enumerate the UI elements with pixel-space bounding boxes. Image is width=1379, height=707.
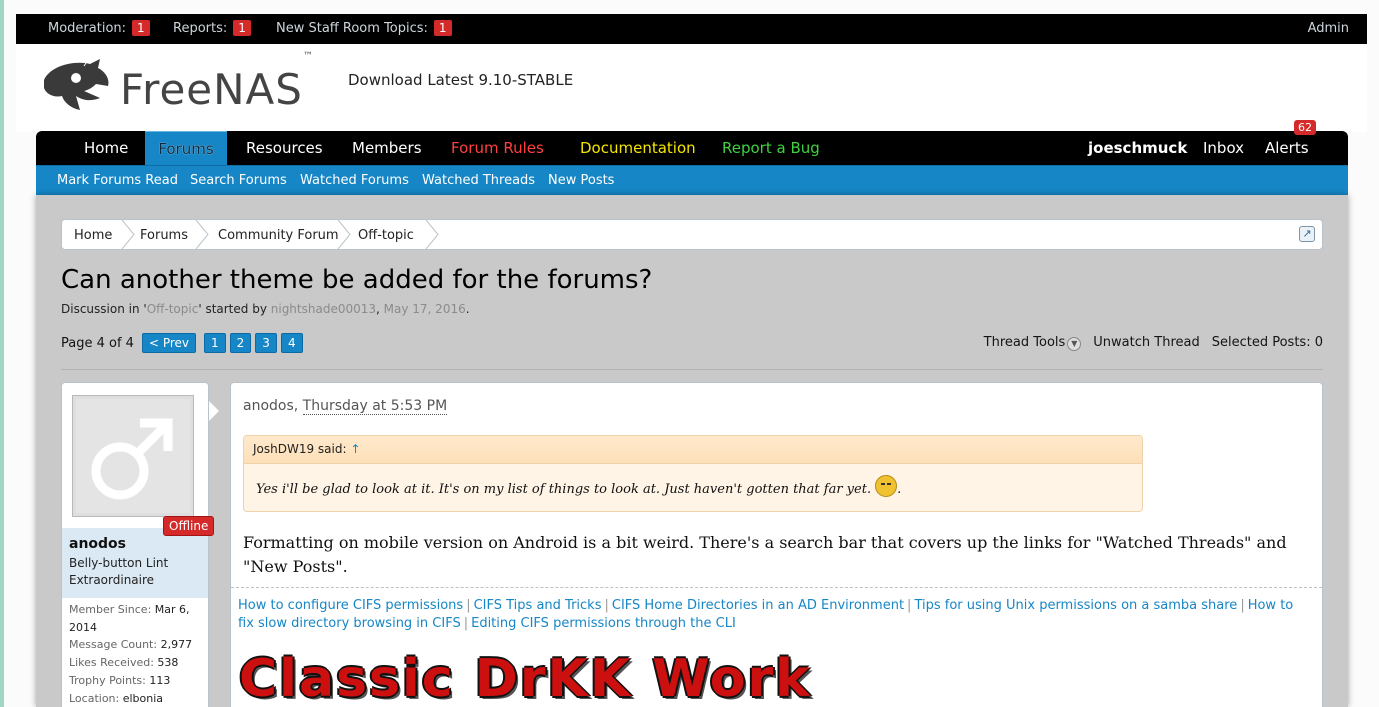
moderation-count-badge: 1 [132,20,150,36]
breadcrumb-separator-icon [337,220,351,249]
stat-location: Location: elbonia [69,691,164,705]
tab-report-bug[interactable]: Report a Bug [722,131,820,165]
watched-forums-link[interactable]: Watched Forums [300,173,409,188]
inbox-link[interactable]: Inbox [1203,131,1244,165]
tab-forums[interactable]: Forums [145,131,227,165]
avatar[interactable] [72,395,194,517]
freenas-logo[interactable]: FreeNAS™ [40,50,314,120]
page-4-button[interactable]: 4 [280,333,303,353]
tab-documentation[interactable]: Documentation [580,131,696,165]
page-label: Page 4 of 4 [61,335,134,351]
user-menu[interactable]: joeschmuck [1088,131,1187,165]
breadcrumb-home[interactable]: Home [74,228,112,243]
thread-date: May 17, 2016 [383,302,466,316]
breadcrumb-separator-icon [425,220,439,249]
breadcrumb-separator-icon [195,220,209,249]
post-author-link[interactable]: anodos [243,398,294,414]
staff-room-link[interactable]: New Staff Room Topics: 1 [276,20,452,36]
quote-block: JoshDW19 said: ↑ Yes i'll be glad to look… [243,435,1143,512]
message-arrow [209,401,219,421]
forum-link[interactable]: Off-topic [147,302,199,316]
moderator-bar: Moderation: 1 Reports: 1 New Staff Room … [16,14,1367,44]
shark-logo-icon [44,59,109,110]
breadcrumb-off-topic[interactable]: Off-topic [358,228,414,243]
reports-link[interactable]: Reports: 1 [173,20,251,36]
quote-attribution: JoshDW19 said: ↑ [244,436,1142,464]
stat-likes-received: Likes Received: 538 [69,656,179,670]
breadcrumb-community-forum[interactable]: Community Forum [218,228,339,243]
sig-link[interactable]: Tips for using Unix permissions on a sam… [914,598,1237,613]
thread-tools-bar: Thread Tools ▼ Unwatch Thread Selected Po… [984,335,1323,351]
window-edge [0,0,4,707]
moderation-label: Moderation: [48,20,127,36]
alerts-link[interactable]: Alerts [1265,131,1309,165]
thread-tools-menu[interactable]: Thread Tools ▼ [984,335,1082,351]
breadcrumb-separator-icon [121,220,135,249]
jump-menu-icon[interactable]: ↗ [1299,226,1315,242]
user-stats: Member Since: Mar 6, 2014 Message Count:… [69,601,207,707]
message-post: anodos, Thursday at 5:53 PM JoshDW19 sai… [230,382,1323,707]
sig-link[interactable]: CIFS Tips and Tricks [474,598,602,613]
smiley-icon [875,475,898,497]
site-header: FreeNAS™ Download Latest 9.10-STABLE [16,44,1367,132]
divider [61,369,1323,370]
tab-members[interactable]: Members [352,131,422,165]
stat-trophy-points: Trophy Points: 113 [69,673,171,687]
user-title: Belly-button Lint Extraordinaire [69,556,169,587]
sig-link[interactable]: How to configure CIFS permissions [238,598,463,613]
reports-count-badge: 1 [233,20,251,36]
sub-navigation: Mark Forums Read Search Forums Watched F… [36,165,1348,195]
dropdown-arrow-icon: ▼ [1067,337,1082,351]
tab-resources[interactable]: Resources [246,131,323,165]
quote-jump-icon[interactable]: ↑ [351,442,361,456]
watched-threads-link[interactable]: Watched Threads [422,173,535,188]
male-symbol-icon [91,418,173,500]
staff-room-count-badge: 1 [433,20,452,36]
page-2-button[interactable]: 2 [229,333,252,353]
signature-banner: Classic DrKK Work [239,649,812,707]
stat-member-since: Member Since: Mar 6, 2014 [69,603,190,634]
quote-text: Yes i'll be glad to look at it. It's on … [244,464,1142,514]
page-3-button[interactable]: 3 [255,333,277,353]
signature-divider [231,587,1322,588]
staff-room-label: New Staff Room Topics: [276,20,428,36]
message-header: anodos, Thursday at 5:53 PM [243,398,448,415]
alerts-count-badge: 62 [1294,120,1316,135]
search-forums-link[interactable]: Search Forums [190,173,287,188]
username-link[interactable]: anodos [69,536,126,552]
tab-home[interactable]: Home [84,131,128,165]
new-posts-link[interactable]: New Posts [548,173,614,188]
stat-message-count: Message Count: 2,977 [69,638,193,652]
content-area: Home Forums Community Forum Off-topic ↗ … [36,195,1348,707]
reports-label: Reports: [173,20,228,36]
mark-forums-read-link[interactable]: Mark Forums Read [57,173,178,188]
thread-title: Can another theme be added for the forum… [61,265,653,295]
thread-starter-link[interactable]: nightshade00013 [271,302,376,316]
unwatch-thread-link[interactable]: Unwatch Thread [1093,335,1199,351]
signature-links: How to configure CIFS permissions | CIFS T… [238,598,1294,631]
breadcrumb: Home Forums Community Forum Off-topic ↗ [61,219,1323,250]
post-timestamp[interactable]: Thursday at 5:53 PM [302,398,448,415]
logo-wordmark: FreeNAS™ [120,50,314,114]
prev-page-button[interactable]: < Prev [141,333,197,353]
page-1-button[interactable]: 1 [204,333,226,353]
message-user-info: Offline anodos Belly-button Lint Extraor… [61,382,215,707]
tab-forum-rules[interactable]: Forum Rules [451,131,544,165]
moderation-link[interactable]: Moderation: 1 [48,20,150,36]
online-status-badge: Offline [163,516,215,536]
breadcrumb-forums[interactable]: Forums [140,228,188,243]
sig-link[interactable]: Editing CIFS permissions through the CLI [471,616,736,631]
main-navigation: Home Forums Resources Members Forum Rule… [36,131,1348,165]
download-link[interactable]: Download Latest 9.10-STABLE [348,71,573,89]
selected-posts: Selected Posts: 0 [1211,335,1323,350]
thread-meta: Discussion in 'Off-topic' started by nig… [61,302,470,316]
message-body: Formatting on mobile version on Android … [243,533,1287,576]
admin-link[interactable]: Admin [1308,21,1349,36]
sig-link[interactable]: CIFS Home Directories in an AD Environme… [612,598,904,613]
page-navigation: Page 4 of 4 < Prev 1 2 3 4 [61,333,303,353]
